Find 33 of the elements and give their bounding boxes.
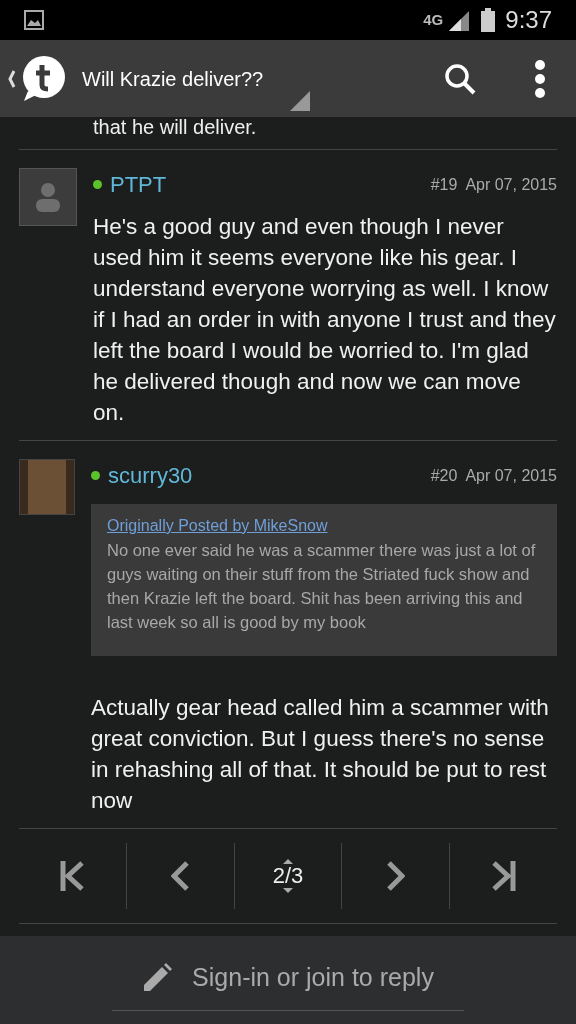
post-number: #19 bbox=[430, 174, 458, 195]
search-icon bbox=[444, 62, 476, 95]
back-button[interactable] bbox=[8, 54, 66, 103]
pencil-icon bbox=[142, 962, 173, 993]
sign-in-reply-button[interactable]: Sign-in or join to reply bbox=[112, 948, 464, 1012]
first-page-icon bbox=[60, 861, 85, 892]
post-body-text: He's a good guy and even though I never used him it seems everyone like his gear. I understand everyone worrying as well. I know if I had an order in with anyone I trust and they left the board I would be worried to. I'm glad he delivered though and now we can move on. bbox=[93, 213, 557, 427]
post-body-text: that he will deliver. bbox=[93, 116, 257, 138]
signal-icon bbox=[447, 9, 472, 31]
clock-time: 9:37 bbox=[505, 5, 552, 35]
username-link[interactable]: scurry30 bbox=[108, 459, 193, 492]
quote-source-link[interactable]: Originally Posted by MikeSnow bbox=[107, 514, 541, 538]
last-page-icon bbox=[491, 861, 516, 892]
image-icon bbox=[24, 10, 44, 30]
caret-up-icon bbox=[283, 859, 293, 865]
user-silhouette-icon bbox=[34, 182, 62, 212]
thread-title[interactable]: Will Krazie deliver?? bbox=[82, 63, 264, 94]
username-link[interactable]: PTPT bbox=[110, 168, 167, 201]
network-label: 4G bbox=[423, 9, 444, 30]
avatar-photo-placeholder bbox=[19, 459, 75, 515]
app-logo-icon bbox=[8, 54, 66, 103]
more-vertical-icon bbox=[534, 59, 546, 98]
chevron-right-icon bbox=[386, 861, 405, 892]
battery-icon bbox=[481, 8, 496, 32]
chevron-left-icon bbox=[171, 861, 190, 892]
post-date: Apr 07, 2015 bbox=[465, 174, 557, 195]
quote-text: No one ever said he was a scammer there was just a lot of guys waiting on their stuff from the Striated fuck show and then Krazie left the board. Shit has been arriving this and last week so all is good by my book bbox=[107, 540, 537, 633]
caret-down-icon bbox=[283, 888, 293, 894]
post-body-text: Actually gear head called him a scammer with great conviction. But I guess there's no sense in rehashing all of that. It should be put to rest now bbox=[91, 694, 550, 815]
page-selector[interactable]: 2/3 bbox=[272, 859, 304, 894]
post-number: #20 bbox=[430, 465, 458, 486]
post-date: Apr 07, 2015 bbox=[465, 465, 557, 486]
dropdown-corner-icon bbox=[290, 90, 310, 111]
